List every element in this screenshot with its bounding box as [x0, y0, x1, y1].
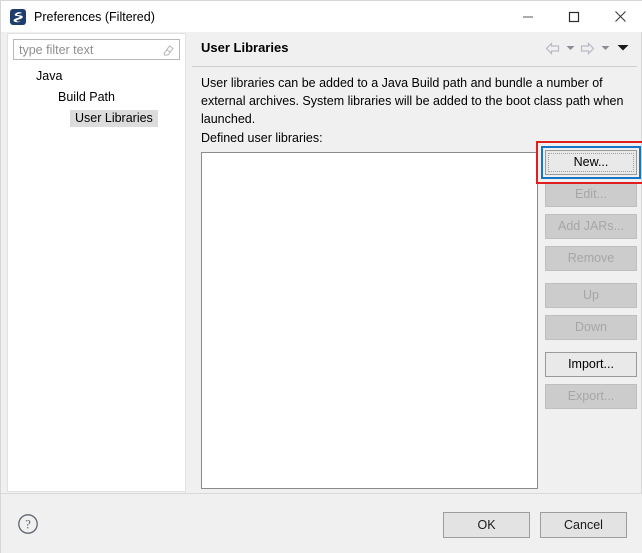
page-description: User libraries can be added to a Java Bu… — [201, 76, 624, 126]
new-button-label: New... — [573, 155, 609, 169]
ok-button-label: OK — [477, 518, 496, 532]
minimize-icon[interactable] — [505, 1, 551, 32]
page-header: User Libraries — [192, 33, 637, 67]
tree-item-user-libraries[interactable]: User Libraries — [8, 108, 185, 129]
user-libraries-list[interactable] — [201, 152, 538, 489]
remove-button[interactable]: Remove — [545, 246, 637, 271]
import-button-label: Import... — [568, 357, 614, 371]
preference-tree-panel: type filter text Java Build Path User Li… — [7, 33, 186, 492]
up-button[interactable]: Up — [545, 283, 637, 308]
maximize-icon[interactable] — [551, 1, 597, 32]
eclipse-app-icon — [10, 8, 26, 25]
tree-item-label: User Libraries — [70, 110, 158, 127]
export-button[interactable]: Export... — [545, 384, 637, 409]
page-content: User Libraries User libraries can be add… — [192, 33, 642, 492]
edit-button[interactable]: Edit... — [545, 182, 637, 207]
cancel-button-label: Cancel — [564, 518, 603, 532]
add-jars-button[interactable]: Add JARs... — [545, 214, 637, 239]
page-title: User Libraries — [201, 40, 289, 55]
down-button[interactable]: Down — [545, 315, 637, 340]
window-controls — [505, 1, 642, 32]
tree-item-java[interactable]: Java — [8, 66, 185, 87]
new-button-wrapper: New... — [536, 141, 642, 184]
title-bar: Preferences (Filtered) — [1, 1, 642, 32]
page-nav-toolbar — [544, 39, 631, 57]
ok-button[interactable]: OK — [443, 512, 530, 538]
forward-arrow-icon[interactable] — [579, 39, 596, 57]
forward-menu-chevron-down-icon[interactable] — [599, 39, 611, 57]
window-title: Preferences (Filtered) — [34, 9, 155, 24]
library-action-buttons: New... Edit... Add JARs... Remove Up Dow… — [536, 141, 642, 416]
back-arrow-icon[interactable] — [544, 39, 561, 57]
up-button-label: Up — [583, 288, 599, 302]
filter-input-wrapper[interactable]: type filter text — [13, 39, 180, 60]
back-menu-chevron-down-icon[interactable] — [564, 39, 576, 57]
import-button[interactable]: Import... — [545, 352, 637, 377]
cancel-button[interactable]: Cancel — [540, 512, 627, 538]
panel-sash[interactable] — [187, 33, 191, 492]
export-button-label: Export... — [567, 389, 615, 403]
tree-item-label: Build Path — [58, 90, 115, 104]
edit-button-label: Edit... — [575, 187, 607, 201]
down-button-label: Down — [575, 320, 607, 334]
help-question-icon[interactable]: ? — [17, 513, 39, 535]
preference-tree[interactable]: Java Build Path User Libraries — [8, 66, 185, 129]
close-icon[interactable] — [597, 1, 642, 32]
view-menu-chevron-down-icon[interactable] — [614, 39, 631, 57]
new-button[interactable]: New... — [545, 150, 637, 175]
defined-libraries-label: Defined user libraries: — [201, 131, 323, 145]
dialog-buttons: OK Cancel — [443, 512, 627, 538]
tree-item-build-path[interactable]: Build Path — [8, 87, 185, 108]
filter-input[interactable]: type filter text — [19, 43, 161, 57]
tree-item-label: Java — [36, 69, 63, 83]
remove-button-label: Remove — [567, 251, 615, 265]
eraser-icon[interactable] — [161, 43, 175, 57]
add-jars-button-label: Add JARs... — [558, 219, 624, 233]
preferences-dialog: Preferences (Filtered) type filter text … — [0, 0, 642, 553]
svg-text:?: ? — [25, 517, 31, 531]
